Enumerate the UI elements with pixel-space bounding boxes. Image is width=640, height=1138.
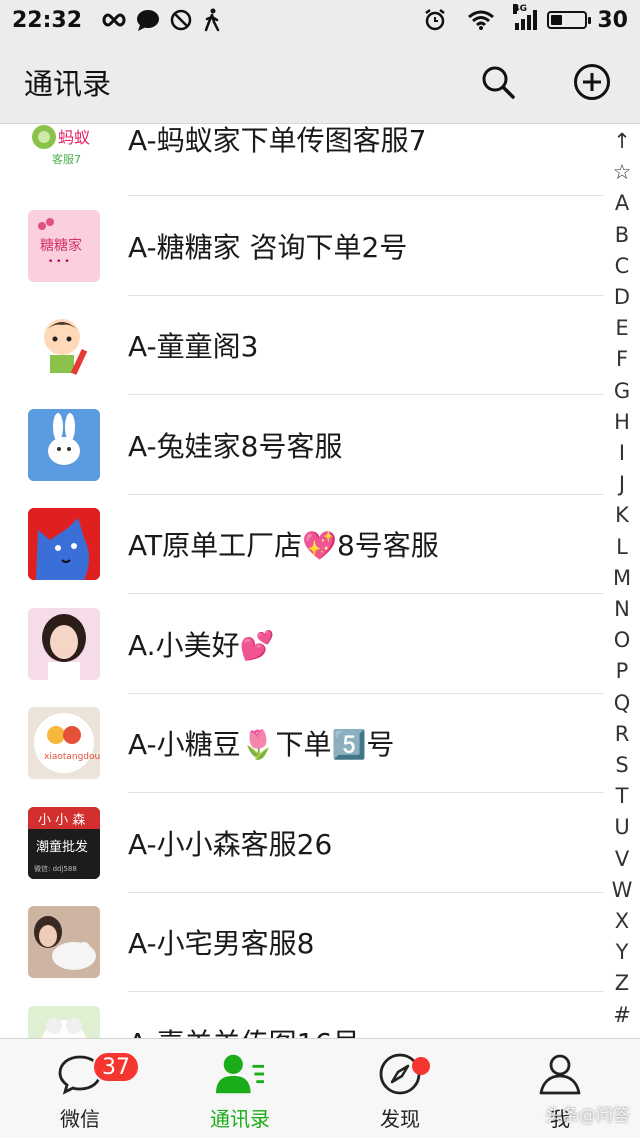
- wifi-icon: [467, 9, 495, 31]
- contacts-list[interactable]: 蚂蚁客服7 A-蚂蚁家下单传图客服7 糖糖家 • • • A-糖糖家 咨询下单2号…: [0, 124, 604, 1038]
- index-letter[interactable]: ☆: [613, 157, 632, 188]
- index-letter[interactable]: R: [615, 719, 630, 750]
- index-letter[interactable]: P: [616, 656, 629, 687]
- index-letter[interactable]: M: [613, 563, 631, 594]
- network-type: 4G: [513, 4, 528, 14]
- contact-row[interactable]: xiaotangdou A-小糖豆🌷下单5️⃣号: [0, 694, 604, 793]
- svg-text:客服7: 客服7: [52, 152, 81, 166]
- tab-label: 发现: [380, 1107, 420, 1131]
- svg-text:• • •: • • •: [48, 257, 70, 267]
- app-header: 通讯录: [0, 40, 640, 124]
- index-letter[interactable]: K: [615, 500, 629, 531]
- svg-text:糖糖家: 糖糖家: [40, 237, 82, 254]
- svg-text:微信: ddj588: 微信: ddj588: [34, 864, 77, 873]
- contact-row[interactable]: 蚂蚁客服7 A-蚂蚁家下单传图客服7: [0, 124, 604, 196]
- index-letter[interactable]: #: [613, 1000, 631, 1031]
- walking-icon: [202, 8, 222, 32]
- battery-icon: [547, 11, 592, 29]
- tab-chats[interactable]: 微信: [0, 1039, 160, 1138]
- contacts-icon: [216, 1051, 264, 1097]
- index-letter[interactable]: E: [615, 313, 628, 344]
- index-letter[interactable]: ↑: [613, 126, 631, 157]
- signal-4g-icon: 4G: [513, 4, 538, 30]
- contact-row[interactable]: 糖糖家 • • • A-糖糖家 咨询下单2号: [0, 196, 604, 296]
- tab-label: 微信: [60, 1107, 100, 1131]
- infinity-icon: [96, 11, 126, 29]
- contact-row[interactable]: 小 小 森潮童批发微信: ddj588 A-小小森客服26: [0, 793, 604, 893]
- svg-text:潮童批发: 潮童批发: [36, 839, 88, 855]
- index-letter[interactable]: U: [614, 812, 629, 843]
- contact-row[interactable]: A-喜羊羊传图16号: [0, 992, 604, 1038]
- index-letter[interactable]: S: [615, 750, 628, 781]
- index-letter[interactable]: I: [619, 438, 625, 469]
- contact-row[interactable]: A-小宅男客服8: [0, 893, 604, 992]
- contact-name: A-小糖豆🌷下单5️⃣号: [128, 728, 395, 762]
- index-letter[interactable]: Y: [616, 937, 629, 968]
- index-letter[interactable]: V: [615, 844, 629, 875]
- avatar: [28, 408, 100, 481]
- contact-row[interactable]: A.小美好💕: [0, 594, 604, 694]
- avatar: [28, 508, 100, 581]
- new-dot-badge: [412, 1057, 430, 1075]
- svg-text:蚂蚁: 蚂蚁: [58, 128, 90, 147]
- index-letter[interactable]: O: [614, 625, 631, 656]
- contact-name: A-喜羊羊传图16号: [128, 1022, 360, 1038]
- index-letter[interactable]: C: [615, 251, 630, 282]
- alphabet-index[interactable]: ↑ ☆ A B C D E F G H I J K L M N O P Q R S T U V W X Y Z #: [604, 124, 640, 1038]
- index-letter[interactable]: A: [615, 188, 629, 219]
- avatar: xiaotangdou: [28, 707, 100, 780]
- add-icon[interactable]: [572, 62, 612, 102]
- svg-text:xiaotangdou: xiaotangdou: [44, 752, 100, 762]
- person-icon: [536, 1051, 584, 1097]
- tab-contacts[interactable]: 通讯录: [160, 1039, 320, 1138]
- unread-badge: 37: [92, 1051, 140, 1083]
- tab-bar: 微信 通讯录 发现 我 37 头条@问答: [0, 1038, 640, 1138]
- contact-name: AT原单工厂店💖8号客服: [128, 529, 439, 563]
- index-letter[interactable]: J: [619, 469, 625, 500]
- index-letter[interactable]: Q: [614, 688, 631, 719]
- status-time: 22:32: [12, 7, 83, 33]
- status-bar: 22:32 4G 30: [0, 0, 640, 40]
- svg-text:小 小 森: 小 小 森: [38, 813, 85, 828]
- index-letter[interactable]: H: [614, 407, 630, 438]
- contact-name: A.小美好💕: [128, 628, 275, 662]
- tab-discover[interactable]: 发现: [320, 1039, 480, 1138]
- index-letter[interactable]: F: [616, 344, 628, 375]
- contact-row[interactable]: A-兔娃家8号客服: [0, 395, 604, 495]
- index-letter[interactable]: N: [614, 594, 630, 625]
- chat-bubble-icon: [136, 9, 160, 31]
- avatar: [28, 607, 100, 680]
- contact-row[interactable]: A-童童阁3: [0, 296, 604, 395]
- index-letter[interactable]: L: [616, 532, 628, 563]
- index-letter[interactable]: G: [614, 376, 630, 407]
- tab-label: 通讯录: [210, 1107, 270, 1131]
- contact-name: A-小小森客服26: [128, 827, 333, 861]
- index-letter[interactable]: Z: [615, 968, 629, 999]
- watermark: 头条@问答: [545, 1106, 630, 1126]
- avatar: 蚂蚁客服7: [28, 124, 100, 175]
- contact-name: A-兔娃家8号客服: [128, 429, 343, 463]
- index-letter[interactable]: X: [615, 906, 629, 937]
- index-letter[interactable]: D: [614, 282, 630, 313]
- avatar: [28, 906, 100, 979]
- avatar: 小 小 森潮童批发微信: ddj588: [28, 806, 100, 879]
- battery-percent: 30: [597, 7, 628, 33]
- search-icon[interactable]: [478, 62, 518, 102]
- index-letter[interactable]: W: [612, 875, 633, 906]
- contact-name: A-蚂蚁家下单传图客服7: [128, 124, 427, 157]
- avatar: [28, 309, 100, 382]
- index-letter[interactable]: B: [615, 220, 629, 251]
- do-not-disturb-icon: [170, 9, 192, 31]
- index-letter[interactable]: T: [616, 781, 629, 812]
- contact-row[interactable]: AT原单工厂店💖8号客服: [0, 495, 604, 594]
- contact-name: A-小宅男客服8: [128, 927, 315, 961]
- avatar: [28, 1006, 100, 1038]
- alarm-icon: [423, 8, 447, 32]
- avatar: 糖糖家 • • •: [28, 209, 100, 282]
- contact-name: A-童童阁3: [128, 330, 259, 364]
- contact-name: A-糖糖家 咨询下单2号: [128, 230, 408, 264]
- page-title: 通讯录: [24, 66, 112, 101]
